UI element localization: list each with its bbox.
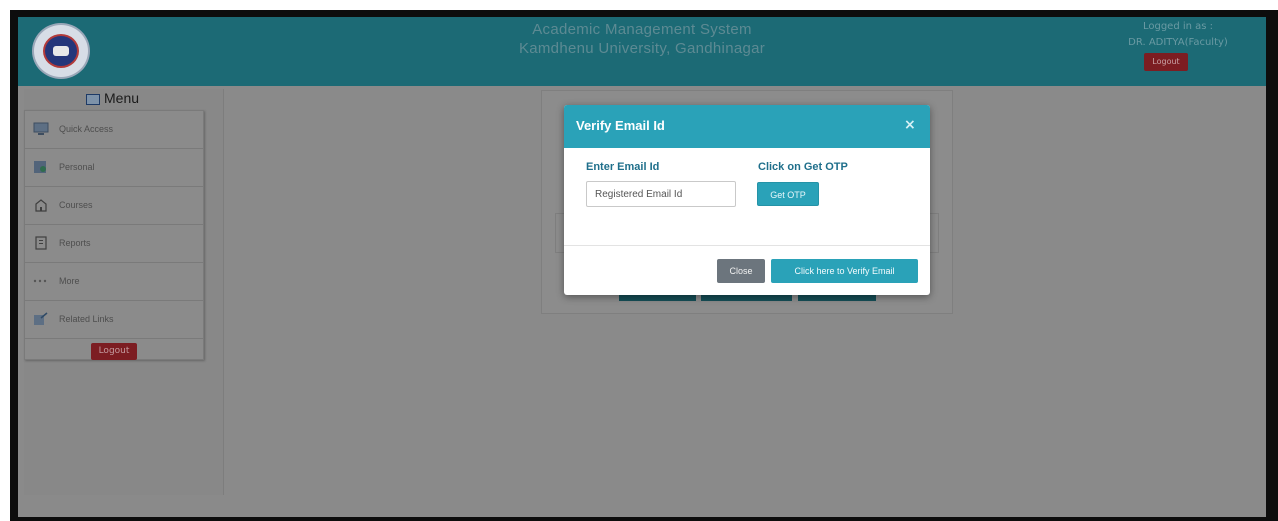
menu-item-label: Reports <box>59 238 91 248</box>
get-otp-button[interactable]: Get OTP <box>757 182 819 206</box>
frame-border-left <box>10 10 18 521</box>
modal-header: Verify Email Id × <box>564 105 930 148</box>
menu-logout-button[interactable]: Logout <box>91 343 137 360</box>
menu-item-label: Related Links <box>59 314 114 324</box>
link-icon <box>34 312 48 325</box>
email-label: Enter Email Id <box>586 161 660 173</box>
user-card-icon <box>34 161 46 173</box>
menu-item-more[interactable]: More <box>25 263 203 301</box>
modal-footer-divider <box>564 245 930 246</box>
menu-item-courses[interactable]: Courses <box>25 187 203 225</box>
menu-item-label: Courses <box>59 200 93 210</box>
sidebar: Menu Quick Access Personal Courses Repor… <box>24 89 224 495</box>
frame-border-bottom <box>10 517 1278 521</box>
menu-item-label: Personal <box>59 162 95 172</box>
dots-icon <box>33 279 47 283</box>
frame-top-margin <box>0 0 1278 10</box>
frame-border-top <box>10 10 1278 17</box>
browser-viewport: Academic Management System Kamdhenu Univ… <box>18 17 1266 517</box>
screenshot-frame: Academic Management System Kamdhenu Univ… <box>0 0 1278 521</box>
close-icon[interactable]: × <box>904 117 916 133</box>
frame-border-right <box>1266 10 1278 521</box>
app-title: Academic Management System <box>532 21 752 38</box>
menu-item-personal[interactable]: Personal <box>25 149 203 187</box>
menu-item-related-links[interactable]: Related Links <box>25 301 203 339</box>
document-icon <box>35 236 47 250</box>
logged-in-user: DR. ADITYA(Faculty) <box>1128 37 1228 48</box>
menu-item-quick-access[interactable]: Quick Access <box>25 111 203 149</box>
logged-in-label: Logged in as : <box>1142 21 1214 32</box>
menu-folder-icon <box>86 94 100 105</box>
verify-email-modal: Verify Email Id × Enter Email Id Click o… <box>564 105 930 295</box>
menu-item-label: Quick Access <box>59 124 114 134</box>
menu-list: Quick Access Personal Courses Reports Mo… <box>24 110 204 360</box>
verify-email-button[interactable]: Click here to Verify Email <box>771 259 918 283</box>
university-name: Kamdhenu University, Gandhinagar <box>518 40 766 57</box>
menu-title: Menu <box>104 90 140 106</box>
otp-label: Click on Get OTP <box>758 161 848 173</box>
menu-item-reports[interactable]: Reports <box>25 225 203 263</box>
menu-item-label: More <box>59 276 80 286</box>
app-header: Academic Management System Kamdhenu Univ… <box>18 17 1266 86</box>
monitor-icon <box>33 122 49 135</box>
header-logout-button[interactable]: Logout <box>1144 53 1188 71</box>
close-button[interactable]: Close <box>717 259 765 283</box>
email-input[interactable] <box>586 181 736 207</box>
modal-title: Verify Email Id <box>576 118 665 133</box>
home-icon <box>35 199 47 212</box>
menu-logout-row: Logout <box>25 341 203 361</box>
